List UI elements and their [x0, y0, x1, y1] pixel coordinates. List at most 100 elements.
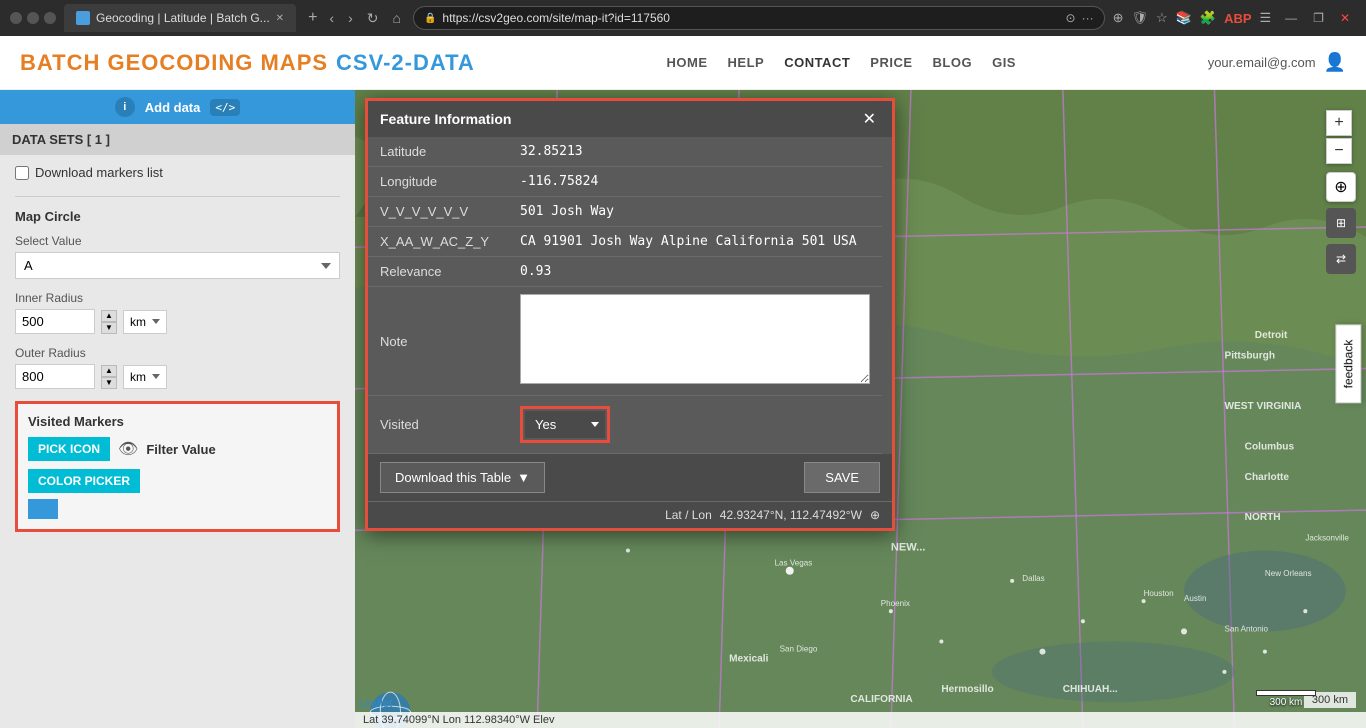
download-markers-checkbox[interactable]: [15, 166, 29, 180]
svg-text:Columbus: Columbus: [1245, 441, 1295, 452]
visited-select[interactable]: Yes No: [525, 411, 605, 438]
map-container[interactable]: Helena Boise Reno Salt Lake City Las Veg…: [355, 90, 1366, 728]
sidebar-content: Download markers list Map Circle Select …: [0, 155, 355, 542]
field-value: CA 91901 Josh Way Alpine California 501 …: [508, 227, 882, 257]
modal-lat-lon: Lat / Lon 42.93247°N, 112.47492°W ⊕: [368, 501, 892, 528]
svg-text:San Antonio: San Antonio: [1224, 624, 1268, 633]
info-icon[interactable]: i: [115, 97, 135, 117]
visited-markers-controls: PICK ICON 👁 Filter Value: [28, 437, 327, 461]
user-area[interactable]: your.email@g.com 👤: [1208, 52, 1346, 73]
outer-radius-up[interactable]: ▲: [101, 365, 117, 377]
save-button[interactable]: SAVE: [804, 462, 880, 493]
note-label: Note: [368, 287, 508, 396]
code-icon[interactable]: </>: [210, 99, 240, 116]
modal-title: Feature Information: [380, 111, 511, 127]
main-container: i Add data </> DATA SETS [ 1 ] Download …: [0, 90, 1366, 728]
outer-radius-spinners[interactable]: ▲ ▼: [101, 365, 117, 389]
map-circle-label: Map Circle: [15, 209, 340, 224]
svg-text:Phoenix: Phoenix: [881, 599, 910, 608]
inner-radius-input[interactable]: [15, 309, 95, 334]
color-swatch[interactable]: [28, 499, 58, 519]
browser-tab[interactable]: Geocoding | Latitude | Batch G... ✕: [64, 4, 296, 32]
feedback-button[interactable]: feedback: [1336, 325, 1362, 404]
outer-radius-unit[interactable]: km mi: [123, 365, 167, 389]
modal-close-button[interactable]: ✕: [859, 109, 880, 129]
refresh-button[interactable]: ↻: [363, 8, 383, 29]
nav-links: HOME HELP CONTACT PRICE BLOG GIS: [667, 55, 1016, 70]
color-picker-button[interactable]: COLOR PICKER: [28, 469, 140, 493]
forward-button[interactable]: ›: [344, 8, 357, 28]
zoom-in-button[interactable]: +: [1326, 110, 1352, 136]
menu-icon[interactable]: ☰: [1260, 10, 1272, 26]
select-value-label: Select Value: [15, 234, 340, 248]
svg-text:Austin: Austin: [1184, 594, 1206, 603]
logo-batch: BATCH GEOCODING MAPS: [20, 50, 328, 76]
eye-icon[interactable]: 👁: [118, 439, 138, 459]
lat-lon-label: Lat / Lon: [665, 508, 712, 522]
nav-price[interactable]: PRICE: [870, 55, 912, 70]
note-textarea[interactable]: [520, 294, 870, 384]
star-icon[interactable]: ☆: [1156, 10, 1168, 26]
back-button[interactable]: ‹: [325, 8, 338, 28]
minimize-button[interactable]: —: [1279, 11, 1303, 25]
outer-radius-group: Outer Radius ▲ ▼ km mi: [15, 346, 340, 389]
browser-chrome: Geocoding | Latitude | Batch G... ✕ + ‹ …: [0, 0, 1366, 36]
outer-radius-input[interactable]: [15, 364, 95, 389]
home-button[interactable]: ⌂: [388, 8, 404, 28]
svg-text:Houston: Houston: [1144, 589, 1174, 598]
svg-text:Mexicali: Mexicali: [729, 654, 769, 665]
map-controls: + − ⊕ ⊞ ⇄: [1326, 110, 1356, 274]
gamepad-button[interactable]: ⊞: [1326, 208, 1356, 238]
nav-help[interactable]: HELP: [728, 55, 765, 70]
select-value-dropdown[interactable]: A: [15, 252, 340, 279]
address-bar[interactable]: 🔒 https://csv2geo.com/site/map-it?id=117…: [413, 6, 1105, 30]
user-email: your.email@g.com: [1208, 55, 1316, 70]
logo[interactable]: BATCH GEOCODING MAPS CSV-2-DATA: [20, 50, 475, 76]
field-value: 0.93: [508, 257, 882, 287]
shield-icon: 🛡: [1132, 10, 1149, 26]
table-row: V_V_V_V_V_V501 Josh Way: [368, 197, 882, 227]
browser-dots: [10, 12, 56, 24]
inner-radius-spinners[interactable]: ▲ ▼: [101, 310, 117, 334]
locate-button[interactable]: ⊕: [1326, 172, 1356, 202]
link-button[interactable]: ⇄: [1326, 244, 1356, 274]
nav-home[interactable]: HOME: [667, 55, 708, 70]
modal-scroll-area[interactable]: Latitude32.85213Longitude-116.75824V_V_V…: [368, 137, 882, 454]
tab-close[interactable]: ✕: [276, 13, 284, 24]
maximize-button[interactable]: ❐: [1307, 11, 1330, 25]
add-data-button[interactable]: Add data: [145, 100, 201, 115]
inner-radius-down[interactable]: ▼: [101, 322, 117, 334]
dot1: [10, 12, 22, 24]
outer-radius-row: ▲ ▼ km mi: [15, 364, 340, 389]
field-key: V_V_V_V_V_V: [368, 197, 508, 227]
table-row: Longitude-116.75824: [368, 167, 882, 197]
user-avatar-icon: 👤: [1324, 52, 1346, 73]
window-close-button[interactable]: ✕: [1334, 11, 1356, 25]
leaflet-attribution[interactable]: Leaflet: [359, 698, 392, 710]
extensions2-icon[interactable]: 🧩: [1200, 10, 1216, 26]
svg-text:New Orleans: New Orleans: [1265, 569, 1312, 578]
download-table-button[interactable]: Download this Table ▼: [380, 462, 545, 493]
inner-radius-unit[interactable]: km mi: [123, 310, 167, 334]
bookmarks-icon[interactable]: 📚: [1176, 10, 1192, 26]
nav-contact[interactable]: CONTACT: [784, 55, 850, 70]
outer-radius-down[interactable]: ▼: [101, 377, 117, 389]
nav-blog[interactable]: BLOG: [933, 55, 973, 70]
sidebar: i Add data </> DATA SETS [ 1 ] Download …: [0, 90, 355, 728]
nav-gis[interactable]: GIS: [992, 55, 1016, 70]
visited-row: Visited Yes No: [368, 396, 882, 454]
inner-radius-up[interactable]: ▲: [101, 310, 117, 322]
browser-right: ⊕ 🛡 ☆ 📚 🧩 ABP ☰: [1113, 10, 1272, 26]
table-row: X_AA_W_AC_Z_YCA 91901 Josh Way Alpine Ca…: [368, 227, 882, 257]
svg-text:Pittsburgh: Pittsburgh: [1224, 350, 1275, 361]
lock-icon: 🔒: [424, 13, 436, 24]
map-circle-section: Map Circle Select Value A Inner Radius ▲…: [15, 209, 340, 389]
datasets-header: DATA SETS [ 1 ]: [0, 124, 355, 155]
location-icon[interactable]: ⊕: [870, 508, 880, 522]
tab-favicon: [76, 11, 90, 25]
modal-footer: Download this Table ▼ SAVE: [368, 454, 892, 501]
pick-icon-button[interactable]: PICK ICON: [28, 437, 110, 461]
zoom-out-button[interactable]: −: [1326, 138, 1352, 164]
add-tab-button[interactable]: +: [308, 9, 317, 27]
download-markers-label[interactable]: Download markers list: [35, 165, 163, 180]
